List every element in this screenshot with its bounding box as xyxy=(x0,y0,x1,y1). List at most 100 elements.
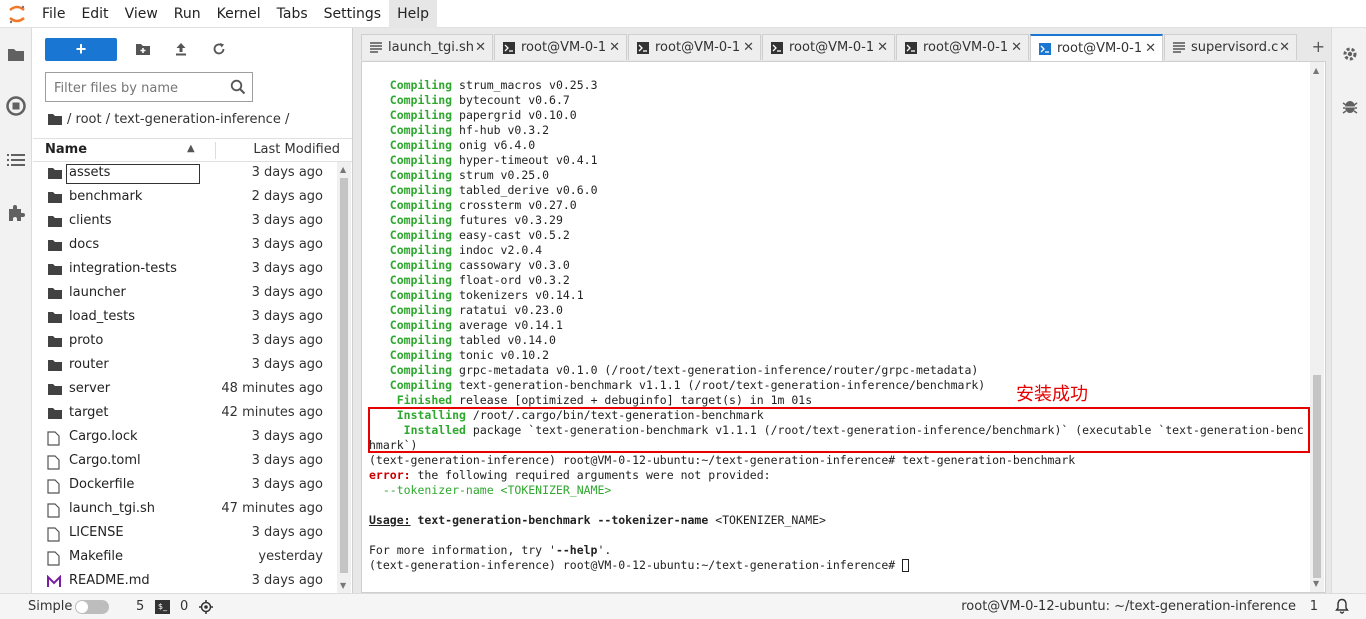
column-header-name[interactable]: Name xyxy=(45,142,87,157)
markdown-file-icon xyxy=(47,574,63,589)
menu-kernel[interactable]: Kernel xyxy=(209,0,269,28)
close-icon[interactable]: ✕ xyxy=(1145,41,1156,56)
file-row[interactable]: Makefile yesterday xyxy=(33,546,337,570)
file-row[interactable]: Dockerfile 3 days ago xyxy=(33,474,337,498)
tab-terminal-3[interactable]: root@VM-0-1 ✕ xyxy=(762,34,895,60)
scroll-down-arrow-icon[interactable]: ▼ xyxy=(1313,579,1319,588)
terminal-text: strum_macros v0.25.3 xyxy=(452,78,598,92)
file-row[interactable]: assets 3 days ago xyxy=(33,162,337,186)
scrollbar-thumb[interactable] xyxy=(1313,375,1321,578)
menu-run[interactable]: Run xyxy=(166,0,209,28)
file-name: Cargo.lock xyxy=(69,429,138,444)
terminal-panel[interactable]: Compiling strum_macros v0.25.3 Compiling… xyxy=(361,61,1326,593)
terminal-keyword: Compiling xyxy=(389,183,453,197)
tab-terminal-2[interactable]: root@VM-0-1 ✕ xyxy=(628,34,761,60)
tab-terminal-4[interactable]: root@VM-0-1 ✕ xyxy=(896,34,1029,60)
scroll-up-arrow-icon[interactable]: ▲ xyxy=(340,165,346,174)
jupyter-logo-icon[interactable] xyxy=(0,0,34,28)
file-row[interactable]: integration-tests 3 days ago xyxy=(33,258,337,282)
kernel-status-icon[interactable] xyxy=(198,599,214,615)
terminal-line: Compiling hyper-timeout v0.4.1 xyxy=(369,153,1304,168)
usage-keyword: Usage: xyxy=(369,513,411,527)
file-icon xyxy=(370,42,382,54)
file-modified: yesterday xyxy=(258,549,323,564)
file-name: Dockerfile xyxy=(69,477,135,492)
file-row[interactable]: load_tests 3 days ago xyxy=(33,306,337,330)
column-divider[interactable] xyxy=(215,142,216,159)
file-modified: 3 days ago xyxy=(251,261,323,276)
tab-launch-tgi[interactable]: launch_tgi.sh ✕ xyxy=(361,34,493,60)
file-list-scrollbar[interactable]: ▲ ▼ xyxy=(337,162,351,593)
file-row[interactable]: router 3 days ago xyxy=(33,354,337,378)
terminal-output[interactable]: Compiling strum_macros v0.25.3 Compiling… xyxy=(369,78,1304,573)
extension-puzzle-icon[interactable] xyxy=(6,203,26,223)
terminal-text: (text-generation-inference) root@VM-0-12… xyxy=(369,558,903,572)
folder-icon[interactable] xyxy=(47,113,63,126)
close-icon[interactable]: ✕ xyxy=(609,40,620,55)
simple-mode-toggle[interactable] xyxy=(75,600,109,614)
terminal-keyword: Compiling xyxy=(389,348,453,362)
folder-icon[interactable] xyxy=(6,44,26,64)
file-icon xyxy=(47,551,63,566)
file-row[interactable]: docs 3 days ago xyxy=(33,234,337,258)
new-folder-icon[interactable] xyxy=(127,37,159,61)
notification-bell-icon[interactable] xyxy=(1334,598,1350,614)
terminal-text: For more information, try ' xyxy=(369,543,556,557)
file-row[interactable]: launch_tgi.sh 47 minutes ago xyxy=(33,498,337,522)
file-modified: 3 days ago xyxy=(251,357,323,372)
terminal-prompt-line: (text-generation-inference) root@VM-0-12… xyxy=(369,453,1304,468)
close-icon[interactable]: ✕ xyxy=(475,40,486,55)
menu-edit[interactable]: Edit xyxy=(73,0,116,28)
file-row[interactable]: target 42 minutes ago xyxy=(33,402,337,426)
scroll-up-arrow-icon[interactable]: ▲ xyxy=(1313,66,1319,75)
file-row[interactable]: README.md 3 days ago xyxy=(33,570,337,593)
file-row[interactable]: LICENSE 3 days ago xyxy=(33,522,337,546)
file-filter-box xyxy=(45,72,253,102)
file-row[interactable]: Cargo.toml 3 days ago xyxy=(33,450,337,474)
file-row[interactable]: benchmark 2 days ago xyxy=(33,186,337,210)
file-row[interactable]: clients 3 days ago xyxy=(33,210,337,234)
upload-icon[interactable] xyxy=(165,37,197,61)
column-header-last-modified[interactable]: Last Modified xyxy=(253,142,340,157)
close-icon[interactable]: ✕ xyxy=(1011,40,1022,55)
menu-file[interactable]: File xyxy=(34,0,73,28)
terminal-scrollbar[interactable]: ▲ ▼ xyxy=(1310,62,1324,592)
property-inspector-gear-icon[interactable] xyxy=(1340,44,1360,64)
new-launcher-button[interactable]: + xyxy=(45,37,117,61)
file-filter-input[interactable] xyxy=(54,79,224,97)
scroll-down-arrow-icon[interactable]: ▼ xyxy=(340,581,346,590)
menu-help[interactable]: Help xyxy=(389,0,437,28)
status-count[interactable]: 1 xyxy=(1310,599,1318,614)
running-sessions-icon[interactable] xyxy=(6,96,26,116)
tab-terminal-1[interactable]: root@VM-0-1 ✕ xyxy=(494,34,627,60)
file-row[interactable]: proto 3 days ago xyxy=(33,330,337,354)
scrollbar-thumb[interactable] xyxy=(340,178,348,573)
terminal-path-status: root@VM-0-12-ubuntu: ~/text-generation-i… xyxy=(961,599,1296,614)
refresh-icon[interactable] xyxy=(203,37,235,61)
file-list: assets 3 days ago benchmark 2 days ago clien… xyxy=(33,162,337,593)
tab-terminal-5-active[interactable]: root@VM-0-1 ✕ xyxy=(1030,34,1163,61)
sort-ascending-icon[interactable]: ▲ xyxy=(187,143,195,154)
close-icon[interactable]: ✕ xyxy=(877,40,888,55)
terminal-icon[interactable]: $_ xyxy=(155,600,170,614)
menu-settings[interactable]: Settings xyxy=(316,0,389,28)
running-kernels-count[interactable]: 5 xyxy=(136,599,144,614)
file-icon xyxy=(1173,42,1185,54)
file-row[interactable]: launcher 3 days ago xyxy=(33,282,337,306)
file-row[interactable]: server 48 minutes ago xyxy=(33,378,337,402)
running-terminals-count[interactable]: 0 xyxy=(180,599,188,614)
terminal-text: tabled v0.14.0 xyxy=(452,333,556,347)
menu-tabs[interactable]: Tabs xyxy=(269,0,316,28)
table-of-contents-icon[interactable] xyxy=(6,150,26,170)
file-row[interactable]: Cargo.lock 3 days ago xyxy=(33,426,337,450)
terminal-keyword: Compiling xyxy=(389,138,453,152)
add-tab-icon[interactable]: + xyxy=(1312,37,1325,56)
tab-supervisord[interactable]: supervisord.c ✕ xyxy=(1164,34,1297,60)
debugger-bug-icon[interactable] xyxy=(1340,96,1360,116)
breadcrumb-path[interactable]: / root / text-generation-inference / xyxy=(67,112,289,127)
tab-label: launch_tgi.sh xyxy=(388,40,475,55)
file-name: server xyxy=(69,381,111,396)
close-icon[interactable]: ✕ xyxy=(1279,40,1290,55)
menu-view[interactable]: View xyxy=(117,0,166,28)
close-icon[interactable]: ✕ xyxy=(743,40,754,55)
